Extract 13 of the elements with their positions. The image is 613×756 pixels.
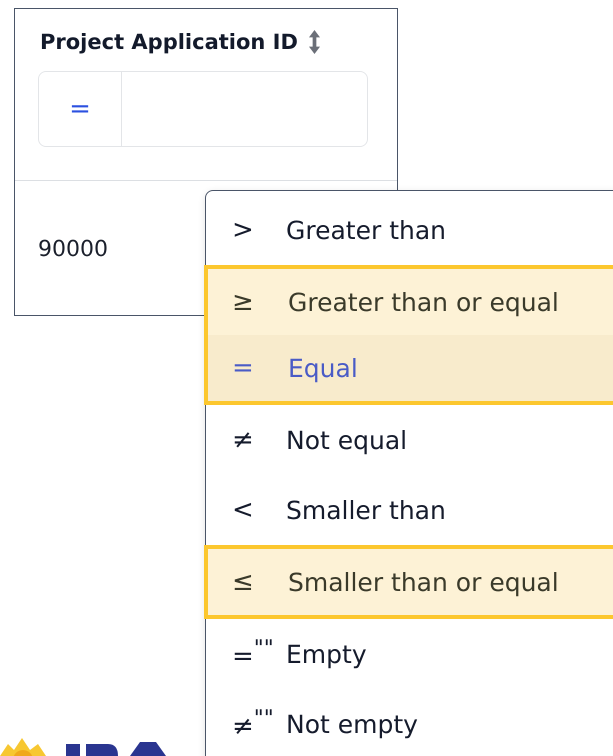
menu-item[interactable]: ≠ Not equal	[206, 405, 613, 475]
table-cell: 90000	[38, 237, 108, 262]
filter-field[interactable]: =	[38, 71, 368, 147]
menu-item[interactable]: ≤ Smaller than or equal	[208, 549, 613, 615]
menu-item[interactable]: ≠$^{""}$ Not empty	[206, 689, 613, 756]
menu-item[interactable]: < Smaller than	[206, 475, 613, 545]
operator-selector[interactable]: =	[39, 72, 122, 146]
menu-item[interactable]: ≥ Greater than or equal	[208, 269, 613, 335]
menu-item[interactable]: = Equal	[208, 335, 613, 401]
menu-item[interactable]: =$^{""}$ Empty	[206, 619, 613, 689]
sort-icon[interactable]	[308, 30, 321, 54]
menu-item[interactable]: > Greater than	[206, 195, 613, 265]
column-header[interactable]: Project Application ID	[40, 30, 298, 54]
